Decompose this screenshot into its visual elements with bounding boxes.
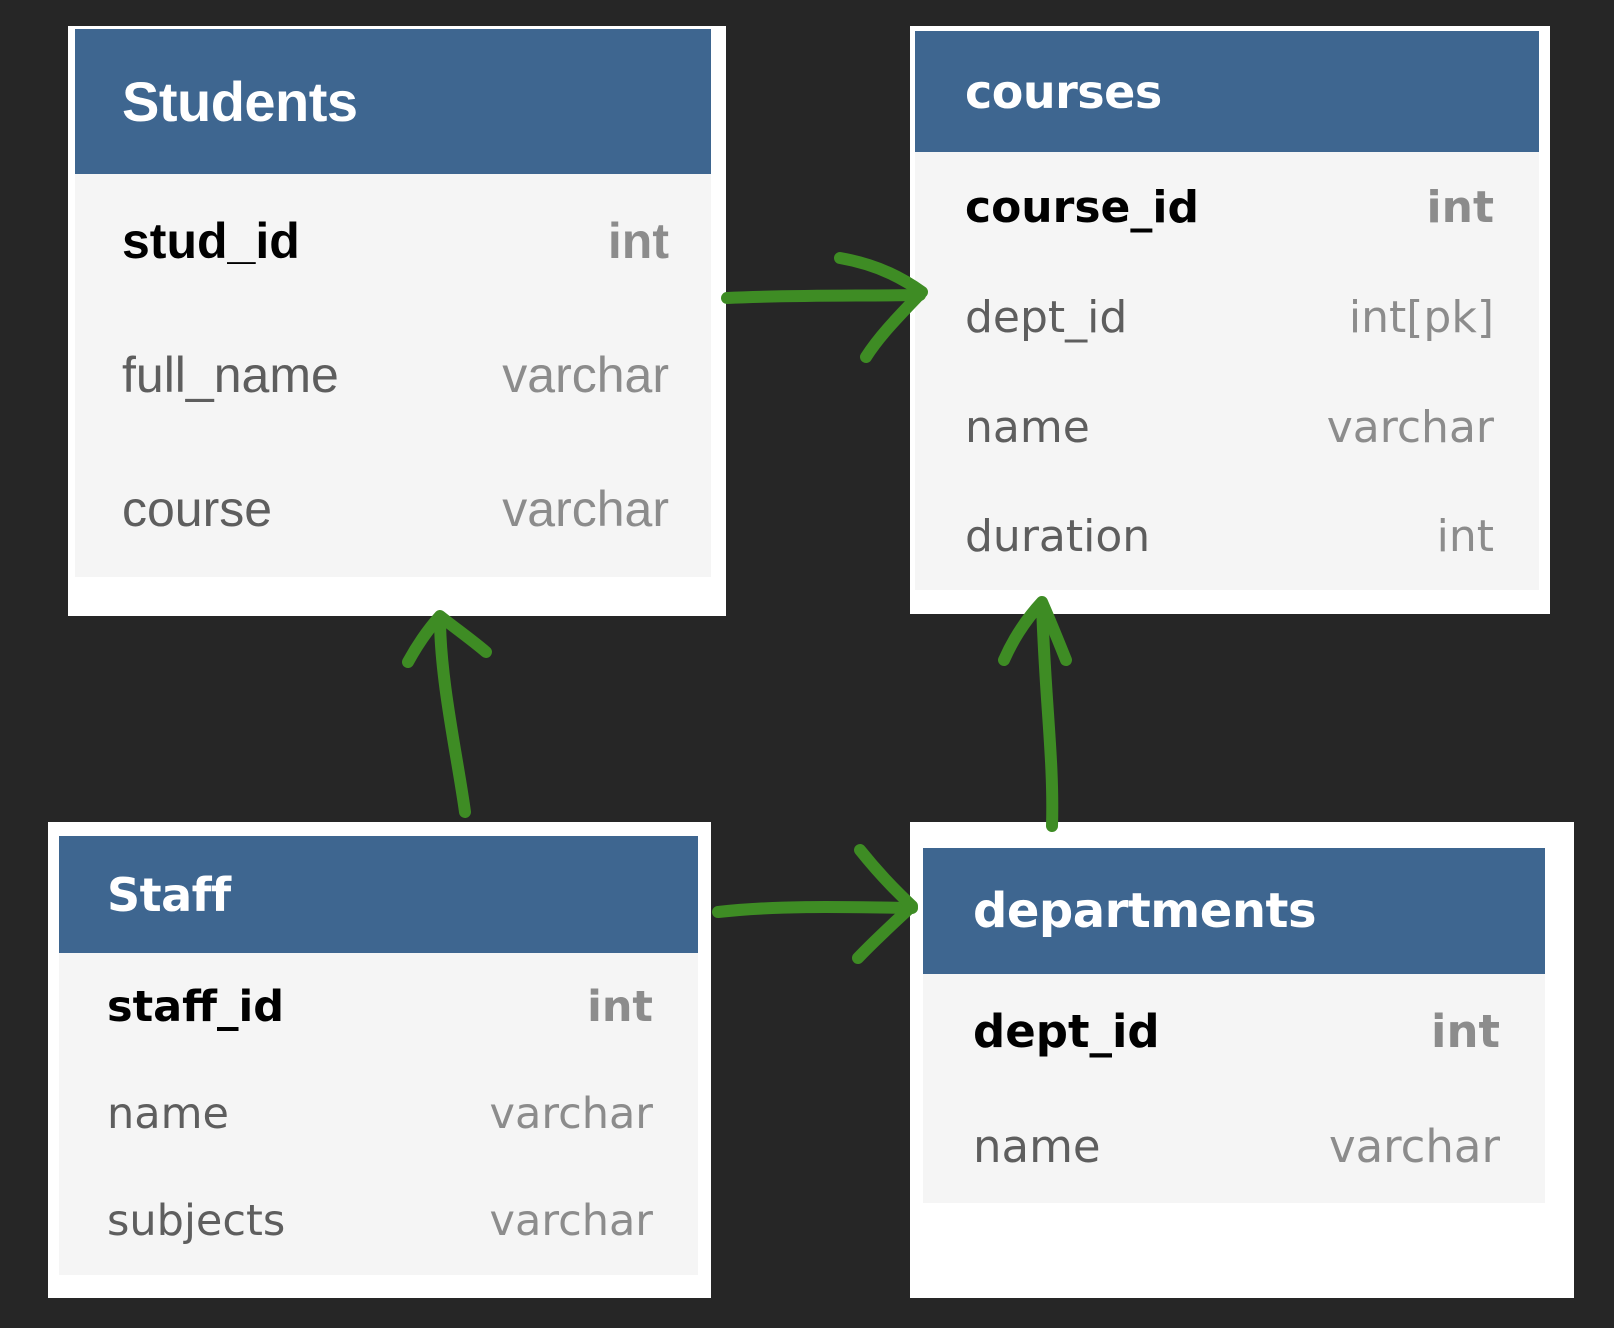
field-name: staff_id [107, 981, 285, 1032]
field-name: dept_id [973, 1005, 1160, 1058]
field-name: name [107, 1088, 229, 1139]
table-students[interactable]: Students stud_id int full_name varchar c… [68, 26, 726, 616]
arrow-staff-to-departments [712, 844, 918, 964]
table-courses-header: courses [915, 31, 1539, 152]
field-type: varchar [489, 1088, 653, 1139]
field-type: int [1426, 181, 1494, 233]
arrow-students-to-courses [721, 252, 928, 363]
table-staff-title: Staff [107, 867, 231, 922]
field-name: stud_id [122, 213, 300, 269]
field-type: varchar [489, 1196, 653, 1246]
field-row[interactable]: subjects varchar [59, 1167, 698, 1275]
table-departments[interactable]: departments dept_id int name varchar [910, 822, 1574, 1298]
field-name: duration [965, 510, 1151, 562]
table-courses-title: courses [965, 64, 1162, 119]
table-courses[interactable]: courses course_id int dept_id int[pk] na… [910, 26, 1550, 614]
arrowhead [402, 610, 492, 668]
field-type: varchar [1328, 1119, 1500, 1173]
table-staff-fields: staff_id int name varchar subjects varch… [59, 953, 698, 1275]
field-type: varchar [502, 481, 669, 537]
field-type: varchar [502, 347, 669, 403]
table-staff-header: Staff [59, 836, 698, 953]
field-name: name [965, 401, 1090, 453]
field-row[interactable]: staff_id int [59, 953, 698, 1060]
field-type: int [607, 213, 669, 269]
table-departments-header: departments [923, 848, 1545, 974]
field-type: int [1431, 1005, 1500, 1058]
arrow-staff-to-students [402, 610, 492, 818]
field-row[interactable]: course varchar [75, 442, 711, 576]
field-row[interactable]: stud_id int [75, 174, 711, 308]
field-name: full_name [122, 347, 339, 403]
field-type: int [1436, 510, 1494, 562]
field-name: course [122, 481, 273, 537]
field-type: int [587, 981, 653, 1032]
field-row[interactable]: name varchar [923, 1089, 1545, 1203]
table-students-fields: stud_id int full_name varchar course var… [75, 174, 711, 577]
arrow-line [712, 900, 918, 918]
table-departments-title: departments [973, 883, 1317, 939]
arrow-line [721, 289, 926, 304]
table-students-title: Students [122, 70, 358, 133]
field-type: varchar [1326, 401, 1494, 453]
table-students-header: Students [75, 29, 711, 174]
field-type: int[pk] [1348, 291, 1494, 343]
arrowhead [852, 844, 918, 964]
field-row[interactable]: full_name varchar [75, 308, 711, 442]
table-departments-fields: dept_id int name varchar [923, 974, 1545, 1203]
table-courses-fields: course_id int dept_id int[pk] name varch… [915, 152, 1539, 590]
field-row[interactable]: course_id int [915, 152, 1539, 262]
arrow-line [434, 612, 471, 818]
field-name: subjects [107, 1196, 286, 1246]
field-row[interactable]: dept_id int[pk] [915, 262, 1539, 372]
field-row[interactable]: dept_id int [923, 974, 1545, 1089]
field-name: name [973, 1119, 1101, 1173]
arrow-line [1036, 598, 1059, 832]
field-name: dept_id [965, 291, 1128, 343]
field-name: course_id [965, 181, 1199, 233]
arrow-departments-to-courses [998, 596, 1072, 832]
field-row[interactable]: name varchar [59, 1060, 698, 1167]
table-staff[interactable]: Staff staff_id int name varchar subjects… [48, 822, 711, 1298]
field-row[interactable]: name varchar [915, 372, 1539, 482]
field-row[interactable]: duration int [915, 482, 1539, 590]
